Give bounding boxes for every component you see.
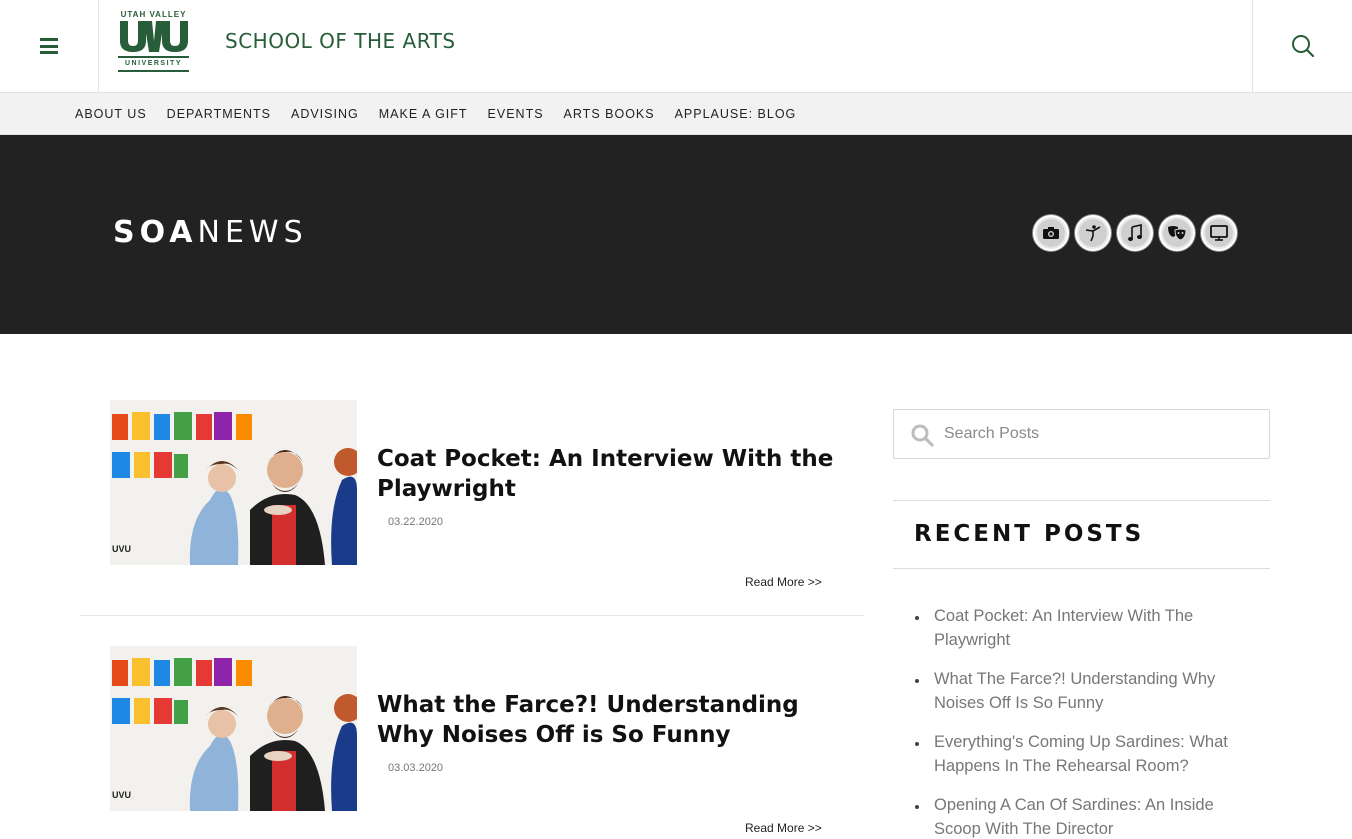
search-posts-input[interactable]	[944, 420, 1254, 448]
nav-item-about-us[interactable]: ABOUT US	[65, 107, 157, 121]
read-more-link[interactable]: Read More >>	[745, 821, 822, 835]
post-card: UVU Coat Pocket: An Interview With the P…	[80, 400, 864, 616]
banner-title: SOANEWS	[113, 215, 308, 250]
post-thumbnail[interactable]: UVU	[110, 646, 357, 811]
post-date: 03.22.2020	[388, 516, 444, 528]
banner-title-light: NEWS	[197, 215, 308, 250]
banner-title-bold: SOA	[113, 215, 198, 250]
nav-item-make-a-gift[interactable]: MAKE A GIFT	[369, 107, 478, 121]
search-icon	[1291, 35, 1314, 58]
recent-post-link[interactable]: Everything's Coming Up Sardines: What Ha…	[915, 730, 1245, 778]
logo-bottom-text: UNIVERSITY	[124, 60, 182, 67]
recent-post-link[interactable]: Coat Pocket: An Interview With The Playw…	[915, 604, 1245, 652]
post-title[interactable]: What the Farce?! Understanding Why Noise…	[377, 690, 847, 750]
read-more-link[interactable]: Read More >>	[745, 575, 822, 589]
nav-item-applause-blog[interactable]: APPLAUSE: BLOG	[665, 107, 807, 121]
nav-item-departments[interactable]: DEPARTMENTS	[157, 107, 281, 121]
menu-button[interactable]	[0, 0, 99, 92]
nav-item-events[interactable]: EVENTS	[478, 107, 554, 121]
news-banner: SOANEWS	[0, 135, 1352, 334]
nav-item-arts-books[interactable]: ARTS BOOKS	[554, 107, 665, 121]
camera-icon[interactable]	[1033, 215, 1069, 251]
recent-posts-header: RECENT POSTS	[893, 500, 1270, 569]
recent-post-link[interactable]: What The Farce?! Understanding Why Noise…	[915, 667, 1245, 715]
logo-mark	[118, 19, 189, 53]
monitor-icon[interactable]	[1201, 215, 1237, 251]
site-header: UTAH VALLEY UNIVERSITY SCHOOL OF THE ART…	[0, 0, 1352, 93]
nav-item-advising[interactable]: ADVISING	[281, 107, 369, 121]
dance-icon[interactable]	[1075, 215, 1111, 251]
department-icons	[1033, 215, 1237, 251]
post-card: UVU What the Farce?! Understanding Why N…	[80, 646, 864, 839]
main-nav: ABOUT US DEPARTMENTS ADVISING MAKE A GIF…	[0, 93, 1352, 135]
uvu-logo[interactable]: UTAH VALLEY UNIVERSITY	[118, 10, 189, 72]
hamburger-menu-icon	[40, 38, 58, 54]
post-date: 03.03.2020	[388, 762, 444, 774]
search-icon	[911, 424, 934, 447]
music-note-icon[interactable]	[1117, 215, 1153, 251]
search-posts-box	[893, 409, 1270, 459]
header-search-button[interactable]	[1252, 0, 1352, 92]
recent-post-link[interactable]: Opening A Can Of Sardines: An Inside Sco…	[915, 793, 1245, 839]
logo-top-text: UTAH VALLEY	[120, 10, 187, 19]
svg-text:UVU: UVU	[112, 790, 131, 800]
recent-posts-heading: RECENT POSTS	[914, 521, 1145, 547]
post-thumbnail[interactable]: UVU	[110, 400, 357, 565]
site-title[interactable]: SCHOOL OF THE ARTS	[225, 29, 456, 53]
theatre-masks-icon[interactable]	[1159, 215, 1195, 251]
svg-text:UVU: UVU	[112, 544, 131, 554]
post-title[interactable]: Coat Pocket: An Interview With the Playw…	[377, 444, 847, 504]
recent-posts-list: Coat Pocket: An Interview With The Playw…	[915, 604, 1245, 839]
